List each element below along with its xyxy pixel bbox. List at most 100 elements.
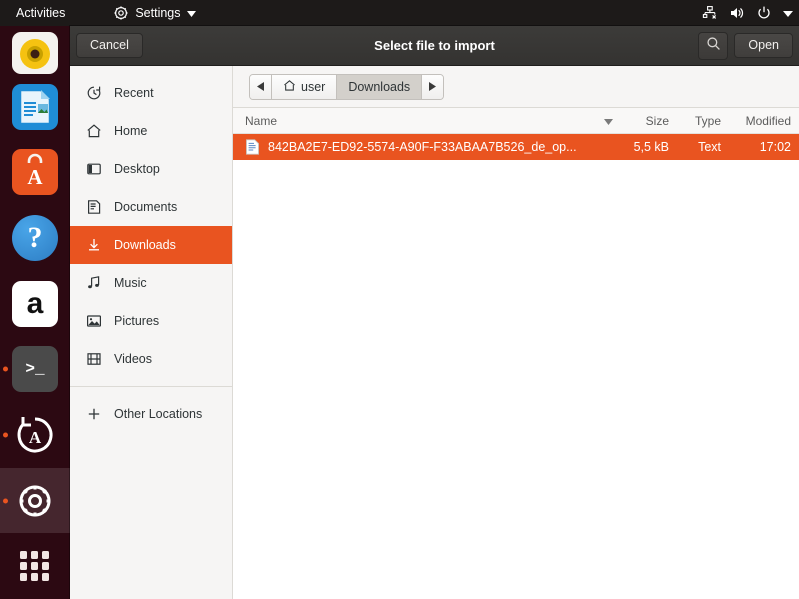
image-icon xyxy=(86,313,102,329)
column-header-name[interactable]: Name xyxy=(233,114,619,128)
file-browser-pane: user Downloads Name xyxy=(233,66,799,599)
sidebar-item-home[interactable]: Home xyxy=(70,112,232,150)
sidebar-item-label: Documents xyxy=(114,200,177,214)
software-updater-icon: A xyxy=(12,412,58,458)
chevron-left-icon xyxy=(257,80,264,94)
system-tray[interactable] xyxy=(702,0,793,26)
volume-icon[interactable] xyxy=(729,5,745,21)
sidebar-item-pictures[interactable]: Pictures xyxy=(70,302,232,340)
settings-gear-icon xyxy=(113,5,129,21)
sidebar-item-label: Desktop xyxy=(114,162,160,176)
settings-icon xyxy=(12,478,58,524)
chevron-right-icon xyxy=(429,80,436,94)
video-film-icon xyxy=(86,351,102,367)
file-type-cell: Text xyxy=(677,140,727,154)
help-glyph: ? xyxy=(28,221,43,255)
sidebar-item-other-locations[interactable]: Other Locations xyxy=(70,395,232,433)
dock-item-show-applications[interactable] xyxy=(0,533,70,599)
help-icon: ? xyxy=(12,215,58,261)
show-applications-grid-icon xyxy=(12,543,58,589)
search-icon xyxy=(706,36,721,56)
dock-item-terminal[interactable]: >_ xyxy=(0,336,70,402)
dialog-body: Recent Home xyxy=(70,66,799,599)
document-icon xyxy=(86,199,102,215)
power-icon[interactable] xyxy=(756,5,772,21)
music-note-icon xyxy=(86,275,102,291)
sidebar-separator xyxy=(70,386,232,387)
activities-button[interactable]: Activities xyxy=(8,4,73,22)
sidebar-item-recent[interactable]: Recent xyxy=(70,74,232,112)
column-header-size[interactable]: Size xyxy=(619,114,677,128)
file-size-cell: 5,5 kB xyxy=(619,140,677,154)
dock-item-libreoffice-writer[interactable] xyxy=(0,74,70,140)
breadcrumb: user Downloads xyxy=(249,74,444,100)
file-modified-cell: 17:02 xyxy=(727,140,799,154)
sidebar-item-downloads[interactable]: Downloads xyxy=(70,226,232,264)
places-sidebar: Recent Home xyxy=(70,66,233,599)
running-indicator-dot xyxy=(3,367,8,372)
file-name-cell: 842BA2E7-ED92-5574-A90F-F33ABAA7B526_de_… xyxy=(233,139,619,155)
gnome-top-bar: Activities Settings xyxy=(0,0,799,26)
sidebar-item-desktop[interactable]: Desktop xyxy=(70,150,232,188)
amazon-glyph: a xyxy=(27,287,44,321)
app-menu-settings[interactable]: Settings xyxy=(107,3,201,23)
libreoffice-writer-icon xyxy=(12,84,58,130)
dock-item-software-updater[interactable]: A xyxy=(0,402,70,468)
sidebar-item-music[interactable]: Music xyxy=(70,264,232,302)
svg-text:A: A xyxy=(27,165,43,189)
cancel-button[interactable]: Cancel xyxy=(76,33,143,58)
dock-item-help[interactable]: ? xyxy=(0,205,70,271)
file-chooser-dialog: Cancel Select file to import Open xyxy=(70,26,799,599)
sort-descending-icon xyxy=(604,114,613,128)
clock-icon xyxy=(86,85,102,101)
desktop-screen: Activities Settings xyxy=(0,0,799,599)
dock-item-settings[interactable] xyxy=(0,468,70,534)
breadcrumb-segment-downloads[interactable]: Downloads xyxy=(337,75,422,99)
home-icon xyxy=(283,79,296,95)
sidebar-item-label: Other Locations xyxy=(114,407,202,421)
column-header-label: Name xyxy=(245,114,277,128)
column-header-label: Modified xyxy=(746,114,791,128)
search-button[interactable] xyxy=(698,32,728,60)
dock-item-amazon[interactable]: a xyxy=(0,271,70,337)
column-header-modified[interactable]: Modified xyxy=(727,114,799,128)
system-menu-chevron-icon[interactable] xyxy=(783,6,793,20)
open-button[interactable]: Open xyxy=(734,33,793,58)
home-icon xyxy=(86,123,102,139)
firefox-icon xyxy=(12,32,58,74)
table-row[interactable]: 842BA2E7-ED92-5574-A90F-F33ABAA7B526_de_… xyxy=(233,134,799,160)
text-file-icon xyxy=(245,139,260,155)
path-back-button[interactable] xyxy=(250,75,272,99)
dock-item-ubuntu-software[interactable]: A xyxy=(0,139,70,205)
breadcrumb-segment-user[interactable]: user xyxy=(272,75,337,99)
running-indicator-dot xyxy=(3,498,8,503)
app-menu-label: Settings xyxy=(135,6,180,20)
column-header-type[interactable]: Type xyxy=(677,114,727,128)
svg-text:A: A xyxy=(29,428,42,447)
path-bar-container: user Downloads xyxy=(233,66,799,108)
dialog-header-bar: Cancel Select file to import Open xyxy=(70,26,799,66)
ubuntu-software-icon: A xyxy=(12,149,58,195)
dock-item-firefox[interactable] xyxy=(0,28,70,74)
file-list-column-headers: Name Size Type Modified xyxy=(233,108,799,134)
file-name-label: 842BA2E7-ED92-5574-A90F-F33ABAA7B526_de_… xyxy=(268,140,577,154)
sidebar-item-label: Home xyxy=(114,124,147,138)
dialog-title: Select file to import xyxy=(70,38,799,53)
plus-icon xyxy=(86,406,102,422)
terminal-icon: >_ xyxy=(12,346,58,392)
network-disconnected-icon[interactable] xyxy=(702,5,718,21)
sidebar-item-videos[interactable]: Videos xyxy=(70,340,232,378)
ubuntu-dock: A ? a >_ xyxy=(0,26,70,599)
sidebar-item-label: Music xyxy=(114,276,147,290)
column-header-label: Size xyxy=(646,114,669,128)
sidebar-item-label: Downloads xyxy=(114,238,176,252)
sidebar-item-documents[interactable]: Documents xyxy=(70,188,232,226)
terminal-glyph: >_ xyxy=(25,360,44,378)
path-forward-button[interactable] xyxy=(422,75,443,99)
running-indicator-dot xyxy=(3,432,8,437)
chevron-down-icon xyxy=(187,6,196,20)
download-icon xyxy=(86,237,102,253)
sidebar-item-label: Pictures xyxy=(114,314,159,328)
file-list[interactable]: 842BA2E7-ED92-5574-A90F-F33ABAA7B526_de_… xyxy=(233,134,799,599)
column-header-label: Type xyxy=(695,114,721,128)
